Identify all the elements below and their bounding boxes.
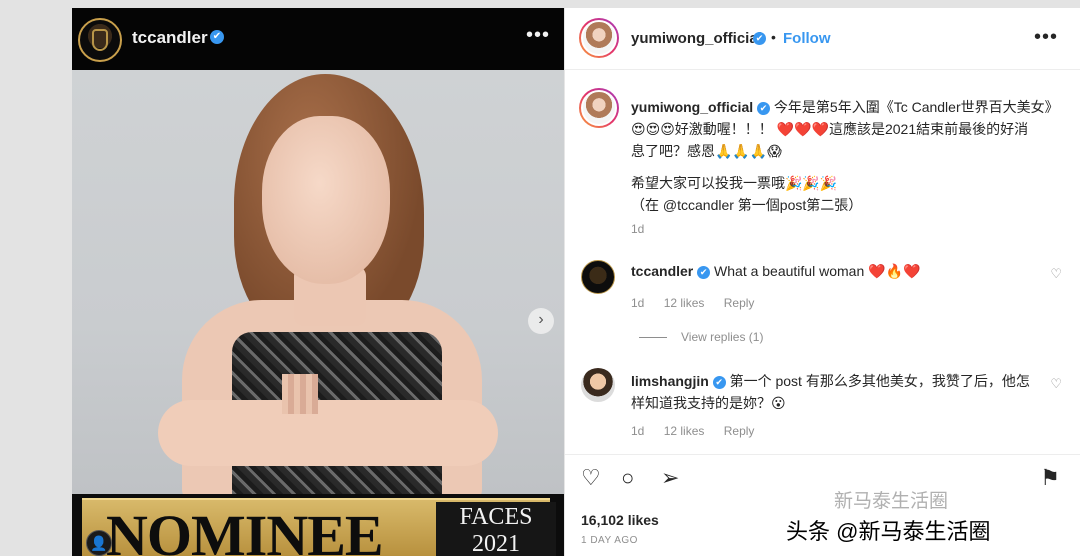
caption-time[interactable]: 1d [631,222,644,236]
crest-icon [92,29,108,51]
avatar-image [581,90,617,126]
verified-icon: ✔ [697,265,711,279]
separator-dot: • [771,29,776,45]
replies-line [639,337,667,339]
image-username[interactable]: tccandler [132,28,208,48]
comment-likes[interactable]: 12 likes [664,424,705,438]
posted-time[interactable]: 1 DAY AGO [581,535,638,546]
nominee-banner: NOMINEE FACES 2021 [72,494,564,556]
verified-icon: ✔ [757,101,771,115]
like-count[interactable]: 16,102 likes [581,512,659,528]
comment-meta: 1d 12 likes Reply [631,296,754,310]
caption-line-1: yumiwong_official ✔ 今年是第5年入圍《Tc Candler世… [631,96,1071,118]
share-icon[interactable]: ➢ [661,465,679,491]
faces-badge: FACES 2021 [436,502,556,556]
watermark-source: 头条 @新马泰生活圈 [786,519,991,544]
photo-arms [158,400,498,466]
save-icon[interactable]: ⚑ [1040,465,1060,491]
author-avatar[interactable] [579,18,619,58]
post-header: yumiwong_official ✔ • Follow ••• [565,8,1080,70]
author-username[interactable]: yumiwong_official [631,30,762,47]
caption-username[interactable]: yumiwong_official [631,99,753,115]
comment-icon[interactable]: ○ [621,465,634,491]
more-options-icon[interactable]: ••• [1034,26,1058,49]
post-image-panel: tccandler ✔ ••• › NOMINEE FACES 2021 👤 [72,8,564,556]
reply-button[interactable]: Reply [724,296,755,310]
caption-text-1: 今年是第5年入圍《Tc Candler世界百大美女》 [773,99,1059,115]
photo-face [262,116,390,284]
view-replies-label: View replies (1) [681,330,764,344]
more-options-icon[interactable]: ••• [526,24,550,47]
comment: limshangjin ✔ 第一个 post 有那么多其他美女，我赞了后，他怎样… [631,370,1031,414]
caption-line-2: 😍😍😍好激動喔！！！ ❤️❤️❤️這應該是2021結束前最後的好消 [631,121,1029,137]
mosaic-blur [282,374,318,414]
commenter-avatar[interactable] [581,260,615,294]
post-photo: › [72,70,564,494]
next-image-button[interactable]: › [528,308,554,334]
post-caption: yumiwong_official ✔ 今年是第5年入圍《Tc Candler世… [631,96,1071,216]
image-header: tccandler ✔ ••• [72,8,564,70]
verified-icon: ✔ [210,30,224,44]
view-replies-button[interactable]: View replies (1) [639,330,763,344]
reply-button[interactable]: Reply [724,424,755,438]
comment-like-icon[interactable]: ♡ [1050,266,1062,282]
comment-time[interactable]: 1d [631,296,644,310]
watermark-text: 新马泰生活圈 [834,491,949,512]
caption-line-3: 息了吧？感恩🙏🙏🙏😱 [631,143,782,159]
comment-meta: 1d 12 likes Reply [631,424,754,438]
post-details-panel: yumiwong_official ✔ • Follow ••• yumiwon… [564,8,1080,556]
comment-text: What a beautiful woman ❤️🔥❤️ [714,263,921,279]
verified-icon: ✔ [753,32,766,45]
comment-likes[interactable]: 12 likes [664,296,705,310]
verified-icon: ✔ [712,375,726,389]
nominee-gold-strip: NOMINEE FACES 2021 [82,498,556,556]
caption-avatar[interactable] [579,88,619,128]
follow-button[interactable]: Follow [783,30,831,47]
commenter-avatar[interactable] [581,368,615,402]
like-icon[interactable]: ♡ [581,465,601,491]
faces-year: 2021 [472,531,520,556]
comment-username[interactable]: limshangjin [631,373,709,389]
tag-people-icon[interactable]: 👤 [86,530,112,556]
comment-time[interactable]: 1d [631,424,644,438]
caption-line-4: 希望大家可以投我一票哦🎉🎉🎉 [631,175,838,191]
caption-line-5: （在 @tccandler 第一個post第二張） [631,197,863,213]
nominee-text: NOMINEE [106,503,384,556]
comment: tccandler ✔ What a beautiful woman ❤️🔥❤️ [631,260,1031,282]
tccandler-avatar[interactable] [78,18,122,62]
faces-label: FACES [459,504,533,530]
avatar-image [581,20,617,56]
comment-like-icon[interactable]: ♡ [1050,376,1062,392]
comment-username[interactable]: tccandler [631,263,693,279]
